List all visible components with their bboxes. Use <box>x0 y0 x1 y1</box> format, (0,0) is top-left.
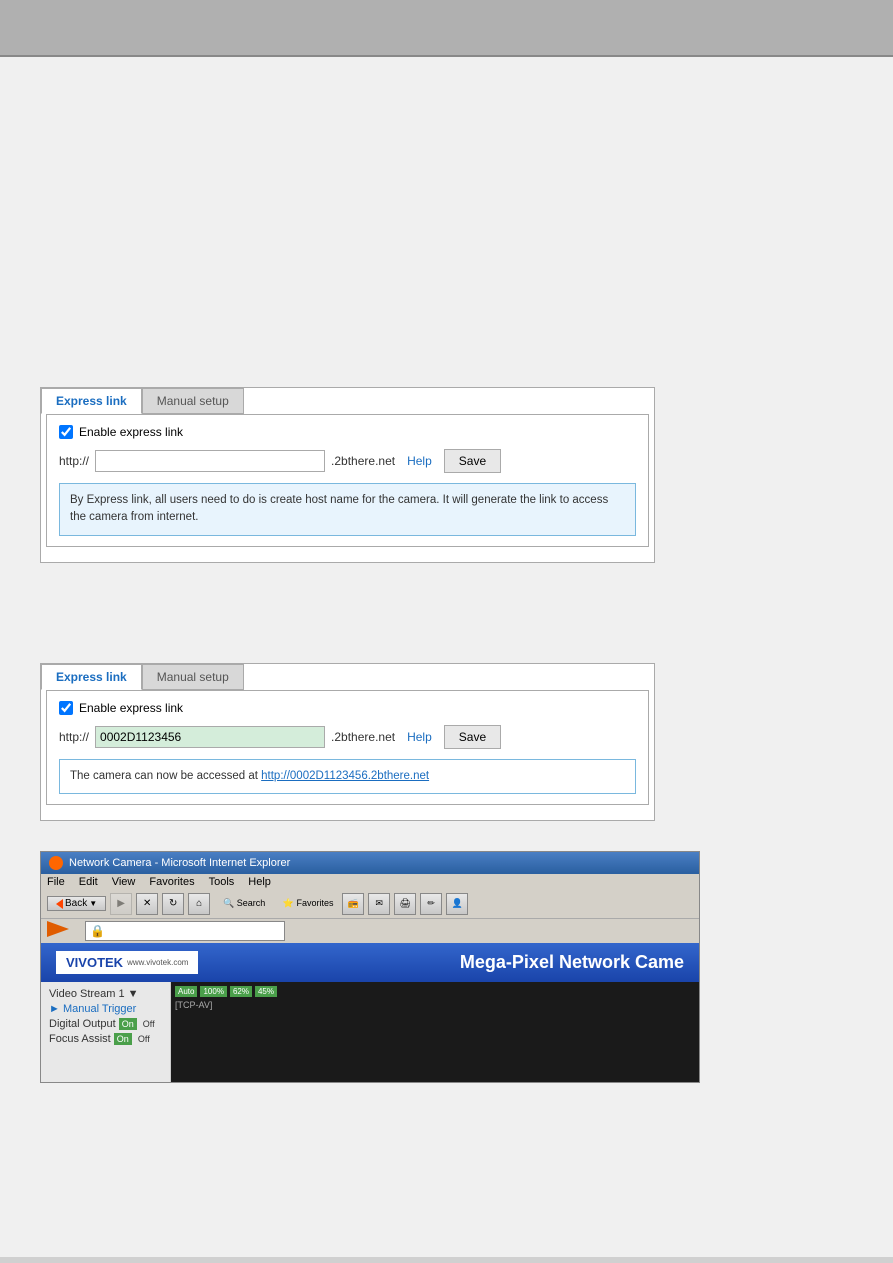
camera-body: Video Stream 1 ▼ ► Manual Trigger Digita… <box>41 982 699 1082</box>
digital-on-btn[interactable]: On <box>119 1018 137 1030</box>
back-arrow-icon <box>56 899 63 909</box>
search-button[interactable]: 🔍 Search <box>214 893 274 915</box>
express-link-panel-1: Express link Manual setup Enable express… <box>40 387 655 563</box>
success-box: The camera can now be accessed at http:/… <box>59 759 636 794</box>
status-45: 45% <box>255 986 277 997</box>
vivotek-subtext: www.vivotek.com <box>127 958 188 967</box>
focus-off-btn[interactable]: Off <box>135 1033 153 1045</box>
browser-screenshot: Network Camera - Microsoft Internet Expl… <box>40 851 700 1083</box>
domain-label-2: .2bthere.net <box>331 730 395 744</box>
hostname-input-2[interactable] <box>95 726 325 748</box>
status-100: 100% <box>200 986 226 997</box>
edit-button[interactable]: ✏ <box>420 893 442 915</box>
menu-favorites[interactable]: Favorites <box>149 876 194 888</box>
browser-toolbar: Back ▼ ▶ ✕ ↻ ⌂ 🔍 Search ⭐ Favorites 📻 ✉ … <box>41 890 699 919</box>
camera-video-area: Auto 100% 62% 45% [TCP-AV] <box>171 982 699 1082</box>
sidebar-video-stream[interactable]: Video Stream 1 ▼ <box>49 988 162 1000</box>
enable-label-2: Enable express link <box>79 701 183 715</box>
save-button-2[interactable]: Save <box>444 725 501 749</box>
success-link[interactable]: http://0002D1123456.2bthere.net <box>261 770 429 782</box>
media-button[interactable]: 📻 <box>342 893 364 915</box>
main-content: Express link Manual setup Enable express… <box>0 57 893 1257</box>
top-spacer <box>40 77 853 357</box>
http-label-2: http:// <box>59 730 89 744</box>
menu-edit[interactable]: Edit <box>79 876 98 888</box>
tab-bar-1: Express link Manual setup <box>41 388 654 414</box>
camera-header: VIVOTEK www.vivotek.com Mega-Pixel Netwo… <box>41 943 699 982</box>
url-row-2: http:// .2bthere.net Help Save <box>59 725 636 749</box>
menu-view[interactable]: View <box>112 876 136 888</box>
sidebar-digital-output: Digital Output On Off <box>49 1018 162 1030</box>
help-link-1[interactable]: Help <box>407 454 432 468</box>
http-label-1: http:// <box>59 454 89 468</box>
address-bar-row: 🔒 <box>41 919 699 943</box>
ie-icon <box>49 856 63 870</box>
domain-label-1: .2bthere.net <box>331 454 395 468</box>
express-link-panel-2: Express link Manual setup Enable express… <box>40 663 655 821</box>
menu-help[interactable]: Help <box>248 876 271 888</box>
address-bar[interactable]: 🔒 <box>85 921 285 941</box>
enable-row-1: Enable express link <box>59 425 636 439</box>
camera-title: Mega-Pixel Network Came <box>460 952 684 973</box>
save-button-1[interactable]: Save <box>444 449 501 473</box>
camera-sidebar: Video Stream 1 ▼ ► Manual Trigger Digita… <box>41 982 171 1082</box>
arrow-indicator-container <box>47 921 77 940</box>
vivotek-logo-text: VIVOTEK <box>66 955 123 970</box>
tab-manual-1[interactable]: Manual setup <box>142 388 244 414</box>
favorites-button[interactable]: ⭐ Favorites <box>278 893 338 915</box>
help-link-2[interactable]: Help <box>407 730 432 744</box>
enable-checkbox-1[interactable] <box>59 425 73 439</box>
browser-titlebar: Network Camera - Microsoft Internet Expl… <box>41 852 699 874</box>
refresh-button[interactable]: ↻ <box>162 893 184 915</box>
sidebar-manual-trigger[interactable]: ► Manual Trigger <box>49 1003 162 1015</box>
tab-express-1[interactable]: Express link <box>41 388 142 414</box>
enable-label-1: Enable express link <box>79 425 183 439</box>
mid-spacer <box>40 593 853 633</box>
stop-button[interactable]: ✕ <box>136 893 158 915</box>
tab-manual-2[interactable]: Manual setup <box>142 664 244 690</box>
print-button[interactable]: 🖨 <box>394 893 416 915</box>
enable-checkbox-2[interactable] <box>59 701 73 715</box>
messenger-button[interactable]: 👤 <box>446 893 468 915</box>
status-62: 62% <box>230 986 252 997</box>
url-row-1: http:// .2bthere.net Help Save <box>59 449 636 473</box>
status-indicators: Auto 100% 62% 45% <box>175 986 695 997</box>
tab-bar-2: Express link Manual setup <box>41 664 654 690</box>
browser-menubar: File Edit View Favorites Tools Help <box>41 874 699 890</box>
enable-row-2: Enable express link <box>59 701 636 715</box>
info-text-1: By Express link, all users need to do is… <box>70 494 608 523</box>
camera-page: VIVOTEK www.vivotek.com Mega-Pixel Netwo… <box>41 943 699 1082</box>
digital-off-btn[interactable]: Off <box>140 1018 158 1030</box>
tab-express-2[interactable]: Express link <box>41 664 142 690</box>
focus-on-btn[interactable]: On <box>114 1033 132 1045</box>
vivotek-logo: VIVOTEK www.vivotek.com <box>56 951 198 974</box>
info-box-1: By Express link, all users need to do is… <box>59 483 636 536</box>
panel-body-1: Enable express link http:// .2bthere.net… <box>46 414 649 547</box>
home-button[interactable]: ⌂ <box>188 893 210 915</box>
status-auto: Auto <box>175 986 197 997</box>
back-button[interactable]: Back ▼ <box>47 896 106 911</box>
sidebar-focus-assist: Focus Assist On Off <box>49 1033 162 1045</box>
success-prefix: The camera can now be accessed at <box>70 770 261 782</box>
mail-button[interactable]: ✉ <box>368 893 390 915</box>
top-bar <box>0 0 893 55</box>
panel-body-2: Enable express link http:// .2bthere.net… <box>46 690 649 805</box>
hostname-input-1[interactable] <box>95 450 325 472</box>
forward-button[interactable]: ▶ <box>110 893 132 915</box>
menu-tools[interactable]: Tools <box>209 876 235 888</box>
back-label: Back <box>65 898 87 909</box>
tcp-av-label: [TCP-AV] <box>175 1000 695 1010</box>
video-overlay: Auto 100% 62% 45% [TCP-AV] <box>175 986 695 1010</box>
browser-title: Network Camera - Microsoft Internet Expl… <box>69 857 290 869</box>
address-lock-icon: 🔒 <box>90 924 105 938</box>
back-chevron: ▼ <box>89 899 97 908</box>
menu-file[interactable]: File <box>47 876 65 888</box>
orange-arrow-icon <box>47 921 77 937</box>
